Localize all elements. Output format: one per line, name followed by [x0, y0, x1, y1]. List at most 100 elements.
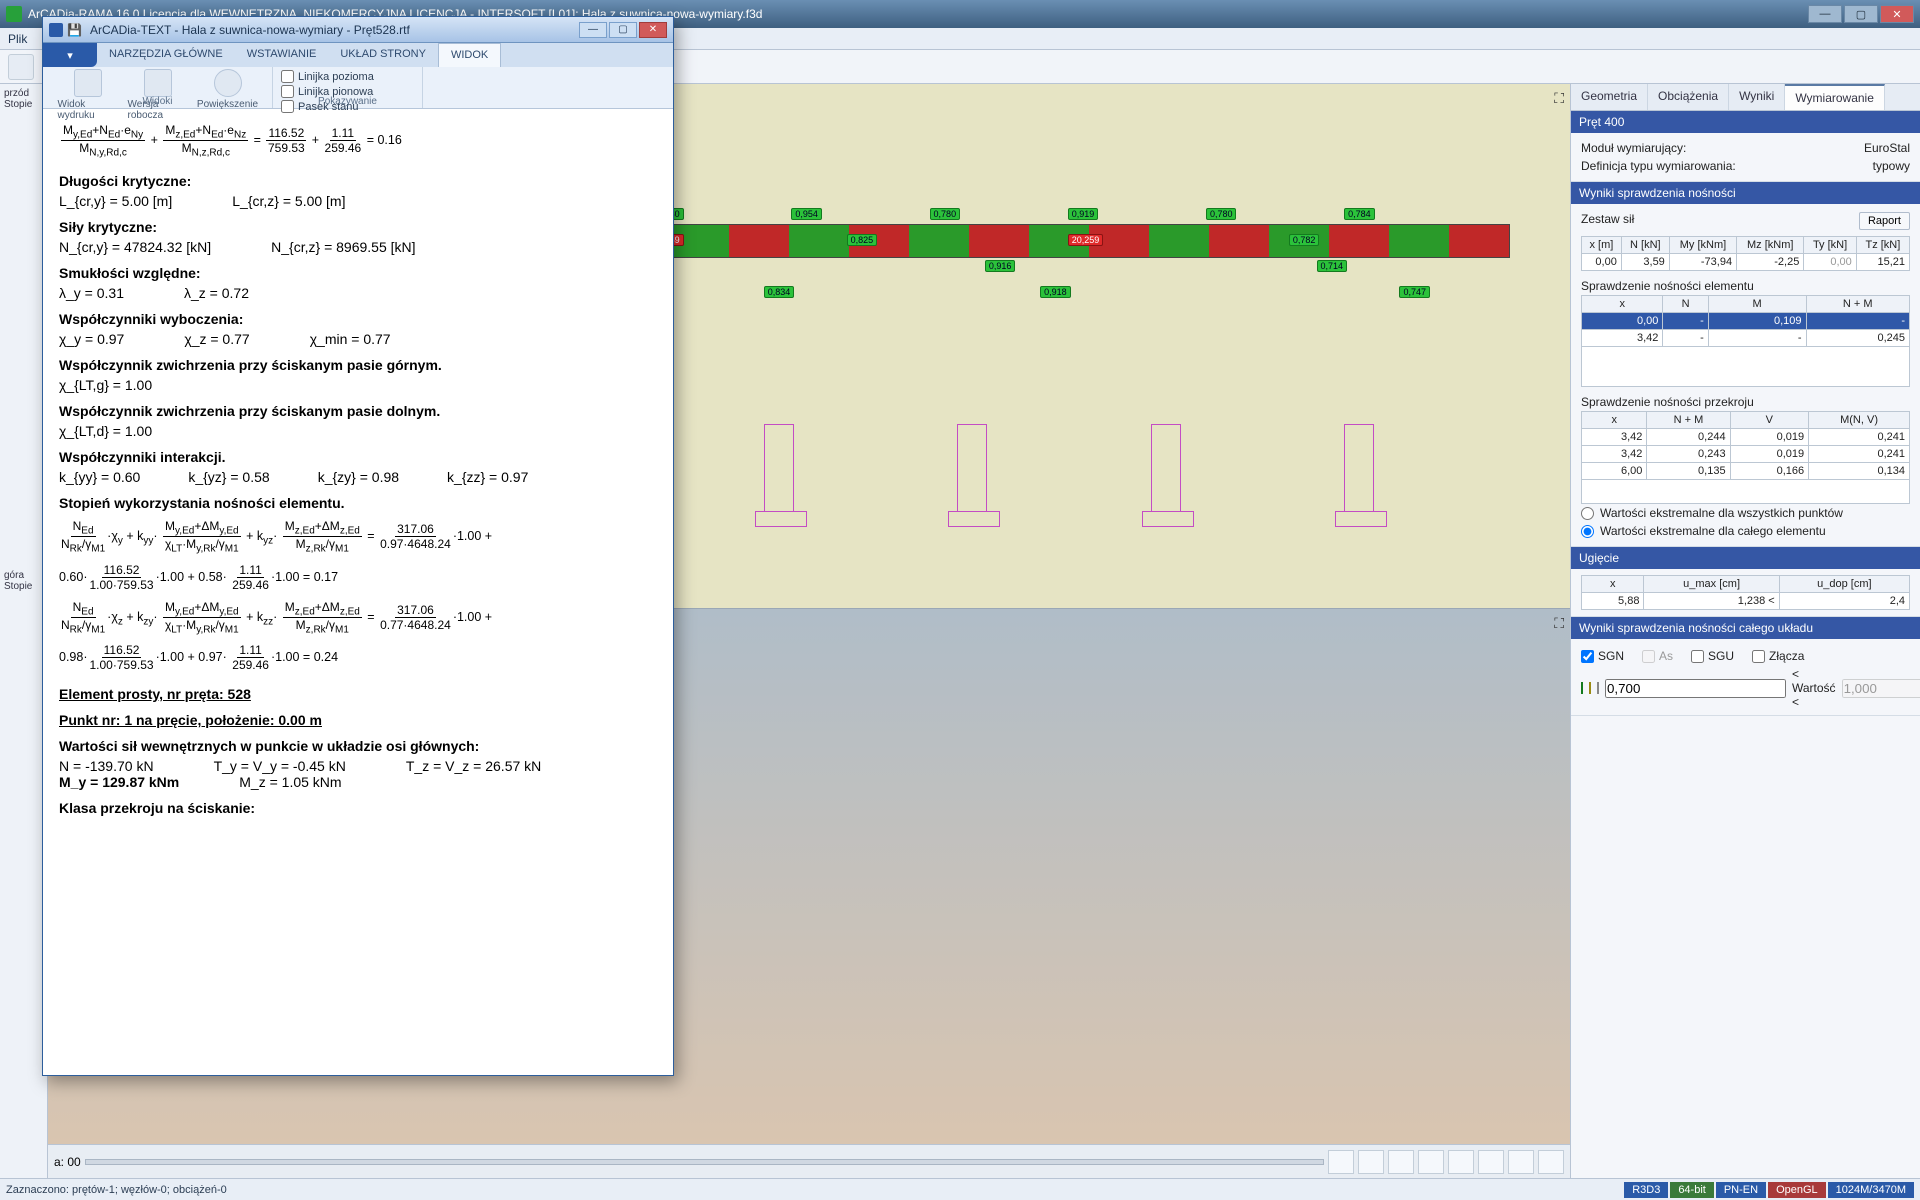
- chk-joints[interactable]: [1752, 650, 1765, 663]
- module-label: Moduł wymiarujący:: [1581, 141, 1686, 155]
- viewport-footer: a: 00: [48, 1144, 1570, 1178]
- module-value: EuroStal: [1864, 141, 1910, 155]
- footer-button[interactable]: [1538, 1150, 1564, 1174]
- footer-button[interactable]: [1328, 1150, 1354, 1174]
- deftype-value: typowy: [1873, 159, 1910, 173]
- table-row: 3,420,2440,0190,241: [1582, 429, 1910, 446]
- child-title: ArCADia-TEXT - Hala z suwnica-nowa-wymia…: [90, 23, 410, 37]
- legend-white: [1597, 682, 1599, 694]
- heading: Współczynnik zwichrzenia przy ściskanym …: [59, 403, 657, 419]
- ratio-tag: 0,784: [1344, 208, 1375, 220]
- footer-button[interactable]: [1448, 1150, 1474, 1174]
- minimize-button[interactable]: —: [1808, 5, 1842, 23]
- close-button[interactable]: ✕: [1880, 5, 1914, 23]
- ratio-tag: 0,919: [1068, 208, 1099, 220]
- ratio-tag: 0,780: [930, 208, 961, 220]
- footer-button[interactable]: [1388, 1150, 1414, 1174]
- ribbon-tab-view[interactable]: WIDOK: [438, 43, 501, 67]
- threshold-sep: < Wartość <: [1792, 667, 1836, 709]
- ratio-tag: 0,918: [1040, 286, 1071, 298]
- heading: Współczynnik zwichrzenia przy ściskanym …: [59, 357, 657, 373]
- toolbar-button[interactable]: [8, 54, 34, 80]
- heading: Wartości sił wewnętrznych w punkcie w uk…: [59, 738, 657, 754]
- sect-label: Sprawdzenie nośności przekroju: [1581, 395, 1910, 409]
- threshold-max: [1842, 679, 1920, 698]
- child-titlebar[interactable]: 💾 ArCADia-TEXT - Hala z suwnica-nowa-wym…: [43, 17, 673, 43]
- child-close[interactable]: ✕: [639, 22, 667, 38]
- status-badge: PN-EN: [1716, 1182, 1766, 1198]
- tab-results[interactable]: Wyniki: [1729, 84, 1785, 110]
- status-badge: R3D3: [1624, 1182, 1668, 1198]
- heading: Punkt nr: 1 na pręcie, położenie: 0.00 m: [59, 712, 657, 728]
- legend-green: [1581, 682, 1583, 694]
- radio-whole-element[interactable]: [1581, 525, 1594, 538]
- table-row: 3,420,2430,0190,241: [1582, 446, 1910, 463]
- heading: Stopień wykorzystania nośności elementu.: [59, 495, 657, 511]
- left-strip: przód Stopie góra Stopie: [0, 84, 48, 1178]
- left-strip-top: przód Stopie: [4, 88, 43, 110]
- footer-button[interactable]: [1508, 1150, 1534, 1174]
- tab-loads[interactable]: Obciążenia: [1648, 84, 1729, 110]
- maximize-button[interactable]: ▢: [1844, 5, 1878, 23]
- child-app-icon: [49, 23, 63, 37]
- ratio-tag: 0,825: [847, 234, 878, 246]
- menu-file[interactable]: Plik: [8, 32, 27, 46]
- heading: Współczynniki wyboczenia:: [59, 311, 657, 327]
- section-global: Wyniki sprawdzenia nośności całego układ…: [1571, 617, 1920, 639]
- chk-as: [1642, 650, 1655, 663]
- draft-view-button[interactable]: Wersja robocza: [128, 69, 188, 121]
- chk-sgn[interactable]: [1581, 650, 1594, 663]
- ratio-tag: 0,954: [791, 208, 822, 220]
- radio-all-points[interactable]: [1581, 507, 1594, 520]
- heading: Element prosty, nr pręta: 528: [59, 686, 657, 702]
- child-minimize[interactable]: —: [579, 22, 607, 38]
- equation: NEdNRk/γM1·χz + kzy· My,Ed+ΔMy,EdχLT·My,…: [59, 596, 657, 640]
- chk-hruler[interactable]: [281, 70, 294, 83]
- expand-icon[interactable]: ⛶: [1554, 615, 1564, 632]
- status-badge: 64-bit: [1670, 1182, 1714, 1198]
- equation: NEdNRk/γM1·χy + kyy· My,Ed+ΔMy,EdχLT·My,…: [59, 515, 657, 559]
- deflection-table: xu_max [cm]u_dop [cm] 5,881,238 <2,4: [1581, 575, 1910, 610]
- child-maximize[interactable]: ▢: [609, 22, 637, 38]
- slider-label: a: 00: [54, 1155, 81, 1169]
- ribbon-group-label: Pokazywanie: [273, 96, 422, 107]
- time-slider[interactable]: [85, 1159, 1324, 1165]
- threshold-min[interactable]: [1605, 679, 1786, 698]
- left-strip-bottom: góra Stopie: [4, 570, 43, 592]
- elem-label: Sprawdzenie nośności elementu: [1581, 279, 1910, 293]
- right-panel: Geometria Obciążenia Wyniki Wymiarowanie…: [1570, 84, 1920, 1178]
- tab-design[interactable]: Wymiarowanie: [1785, 84, 1885, 110]
- status-badge: 1024M/3470M: [1828, 1182, 1914, 1198]
- footer-button[interactable]: [1418, 1150, 1444, 1174]
- legend-yellow: [1589, 682, 1591, 694]
- footer-button[interactable]: [1478, 1150, 1504, 1174]
- ratio-tag: 0,834: [764, 286, 795, 298]
- ratio-tag: 0,714: [1317, 260, 1348, 272]
- document-body[interactable]: My,Ed+NEd·eNyMN,y,Rd,c + Mz,Ed+NEd·eNzMN…: [43, 109, 673, 1075]
- equation: 0.98·116.521.00·759.53·1.00 + 0.97· 1.11…: [59, 639, 657, 676]
- report-button[interactable]: Raport: [1859, 212, 1910, 230]
- panel-tabs: Geometria Obciążenia Wyniki Wymiarowanie: [1571, 84, 1920, 111]
- expand-icon[interactable]: ⛶: [1554, 90, 1564, 107]
- ratio-tag: 0,780: [1206, 208, 1237, 220]
- status-badge: OpenGL: [1768, 1182, 1826, 1198]
- ratio-tag: 0,916: [985, 260, 1016, 272]
- ribbon-tab-home[interactable]: NARZĘDZIA GŁÓWNE: [97, 43, 235, 67]
- ratio-tag: 0,747: [1399, 286, 1430, 298]
- section-capacity: Wyniki sprawdzenia nośności: [1571, 182, 1920, 204]
- ribbon-tab-insert[interactable]: WSTAWIANIE: [235, 43, 329, 67]
- ribbon-group-label: Widoki: [43, 96, 272, 107]
- tab-geometry[interactable]: Geometria: [1571, 84, 1648, 110]
- print-view-button[interactable]: Widok wydruku: [58, 69, 118, 121]
- footer-button[interactable]: [1358, 1150, 1384, 1174]
- child-orb[interactable]: ▾: [43, 43, 97, 67]
- ribbon-tab-layout[interactable]: UKŁAD STRONY: [328, 43, 438, 67]
- table-row: 3,42--0,245: [1582, 330, 1910, 347]
- text-editor-window: 💾 ArCADia-TEXT - Hala z suwnica-nowa-wym…: [42, 16, 674, 1076]
- table-row: 0,00-0,109-: [1582, 313, 1910, 330]
- element-table[interactable]: xNMN + M 0,00-0,109- 3,42--0,245: [1581, 295, 1910, 387]
- deftype-label: Definicja typu wymiarowania:: [1581, 159, 1736, 173]
- section-table[interactable]: xN + MVM(N, V) 3,420,2440,0190,241 3,420…: [1581, 411, 1910, 504]
- chk-sgu[interactable]: [1691, 650, 1704, 663]
- heading: Klasa przekroju na ściskanie:: [59, 800, 657, 816]
